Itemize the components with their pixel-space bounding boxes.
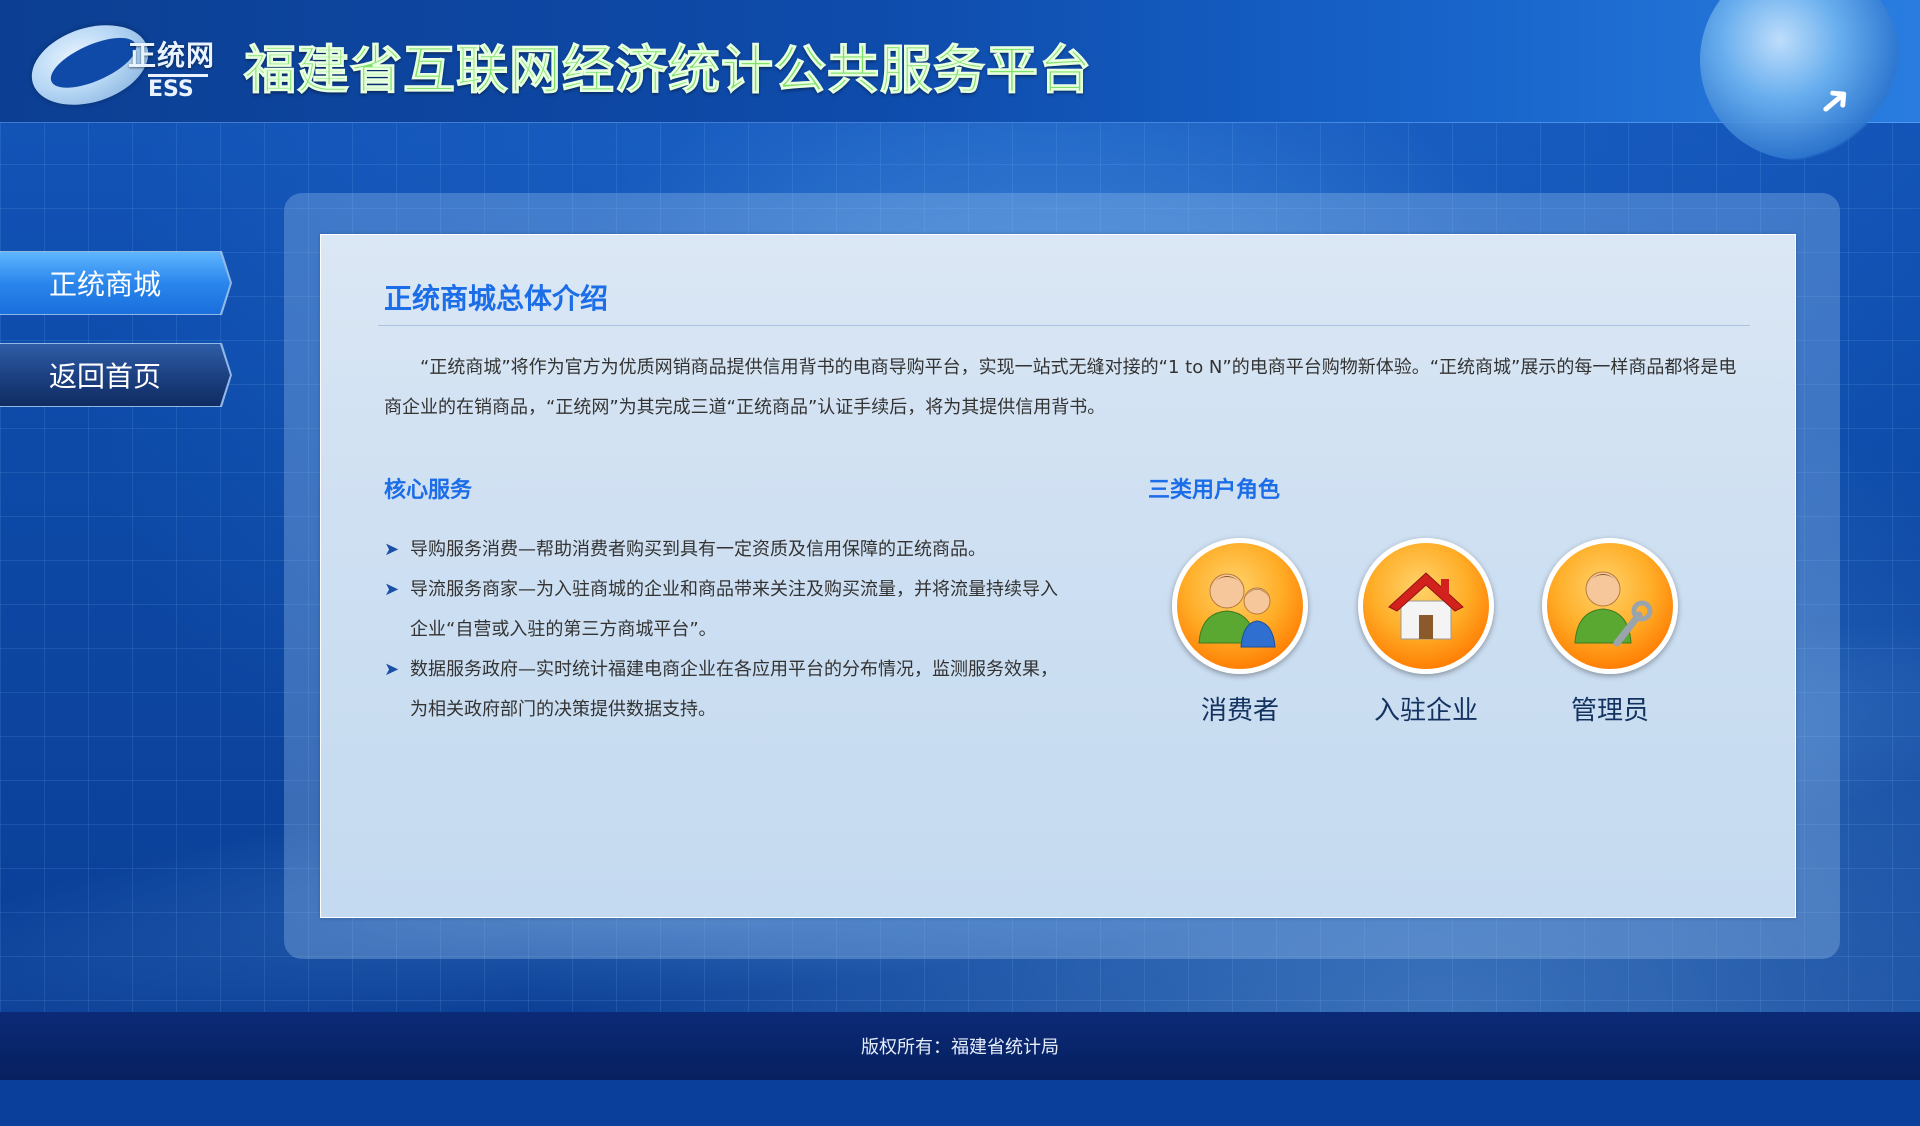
role-enterprise[interactable]: 入驻企业: [1354, 538, 1498, 727]
nav-item-label: 正统商城: [48, 268, 161, 301]
list-item: ➤ 数据服务政府—实时统计福建电商企业在各应用平台的分布情况，监测服务效果，为相…: [384, 650, 1074, 730]
chevron-right-icon: ➤: [384, 539, 400, 560]
service-text: 导流服务商家—为入驻商城的企业和商品带来关注及购买流量，并将流量持续导入企业“自…: [410, 579, 1058, 640]
chevron-right-icon: ➤: [384, 579, 400, 600]
list-item: ➤ 导购服务消费—帮助消费者购买到具有一定资质及信用保障的正统商品。: [384, 530, 1074, 570]
services-list: ➤ 导购服务消费—帮助消费者购买到具有一定资质及信用保障的正统商品。 ➤ 导流服…: [384, 530, 1074, 730]
services-title: 核心服务: [384, 478, 473, 503]
service-text: 数据服务政府—实时统计福建电商企业在各应用平台的分布情况，监测服务效果，为相关政…: [410, 659, 1058, 720]
list-item: ➤ 导流服务商家—为入驻商城的企业和商品带来关注及购买流量，并将流量持续导入企业…: [384, 570, 1074, 650]
role-admin[interactable]: 管理员: [1538, 538, 1682, 727]
nav-item-home[interactable]: 返回首页: [0, 344, 230, 406]
nav-item-mall[interactable]: 正统商城: [0, 252, 230, 314]
copyright-text: 版权所有：福建省统计局: [861, 1037, 1059, 1058]
service-text: 导购服务消费—帮助消费者购买到具有一定资质及信用保障的正统商品。: [410, 539, 986, 560]
users-icon: [1172, 538, 1308, 674]
role-label: 管理员: [1570, 696, 1649, 726]
footer-bar: 版权所有：福建省统计局: [0, 1012, 1920, 1080]
role-consumer[interactable]: 消费者: [1168, 538, 1312, 727]
nav-item-label: 返回首页: [48, 360, 161, 393]
role-label: 消费者: [1200, 696, 1279, 726]
admin-wrench-icon: [1542, 538, 1678, 674]
roles-title: 三类用户角色: [1148, 478, 1281, 503]
logo-text-cn: 正统网: [128, 39, 216, 72]
chevron-right-icon: ➤: [384, 659, 400, 680]
intro-text: “正统商城”将作为官方为优质网销商品提供信用背书的电商导购平台，实现一站式无缝对…: [384, 357, 1737, 418]
house-icon: [1358, 538, 1494, 674]
logo-text-en: ESS: [148, 74, 208, 102]
site-logo[interactable]: 正统网 ESS: [21, 11, 230, 119]
header-bar: 正统网 ESS 福建省互联网经济统计公共服务平台 ➜: [0, 0, 1920, 160]
site-title: 福建省互联网经济统计公共服务平台: [243, 41, 1093, 102]
role-label: 入驻企业: [1373, 696, 1478, 726]
intro-divider: [378, 325, 1750, 326]
intro-title: 正统商城总体介绍: [384, 282, 609, 315]
